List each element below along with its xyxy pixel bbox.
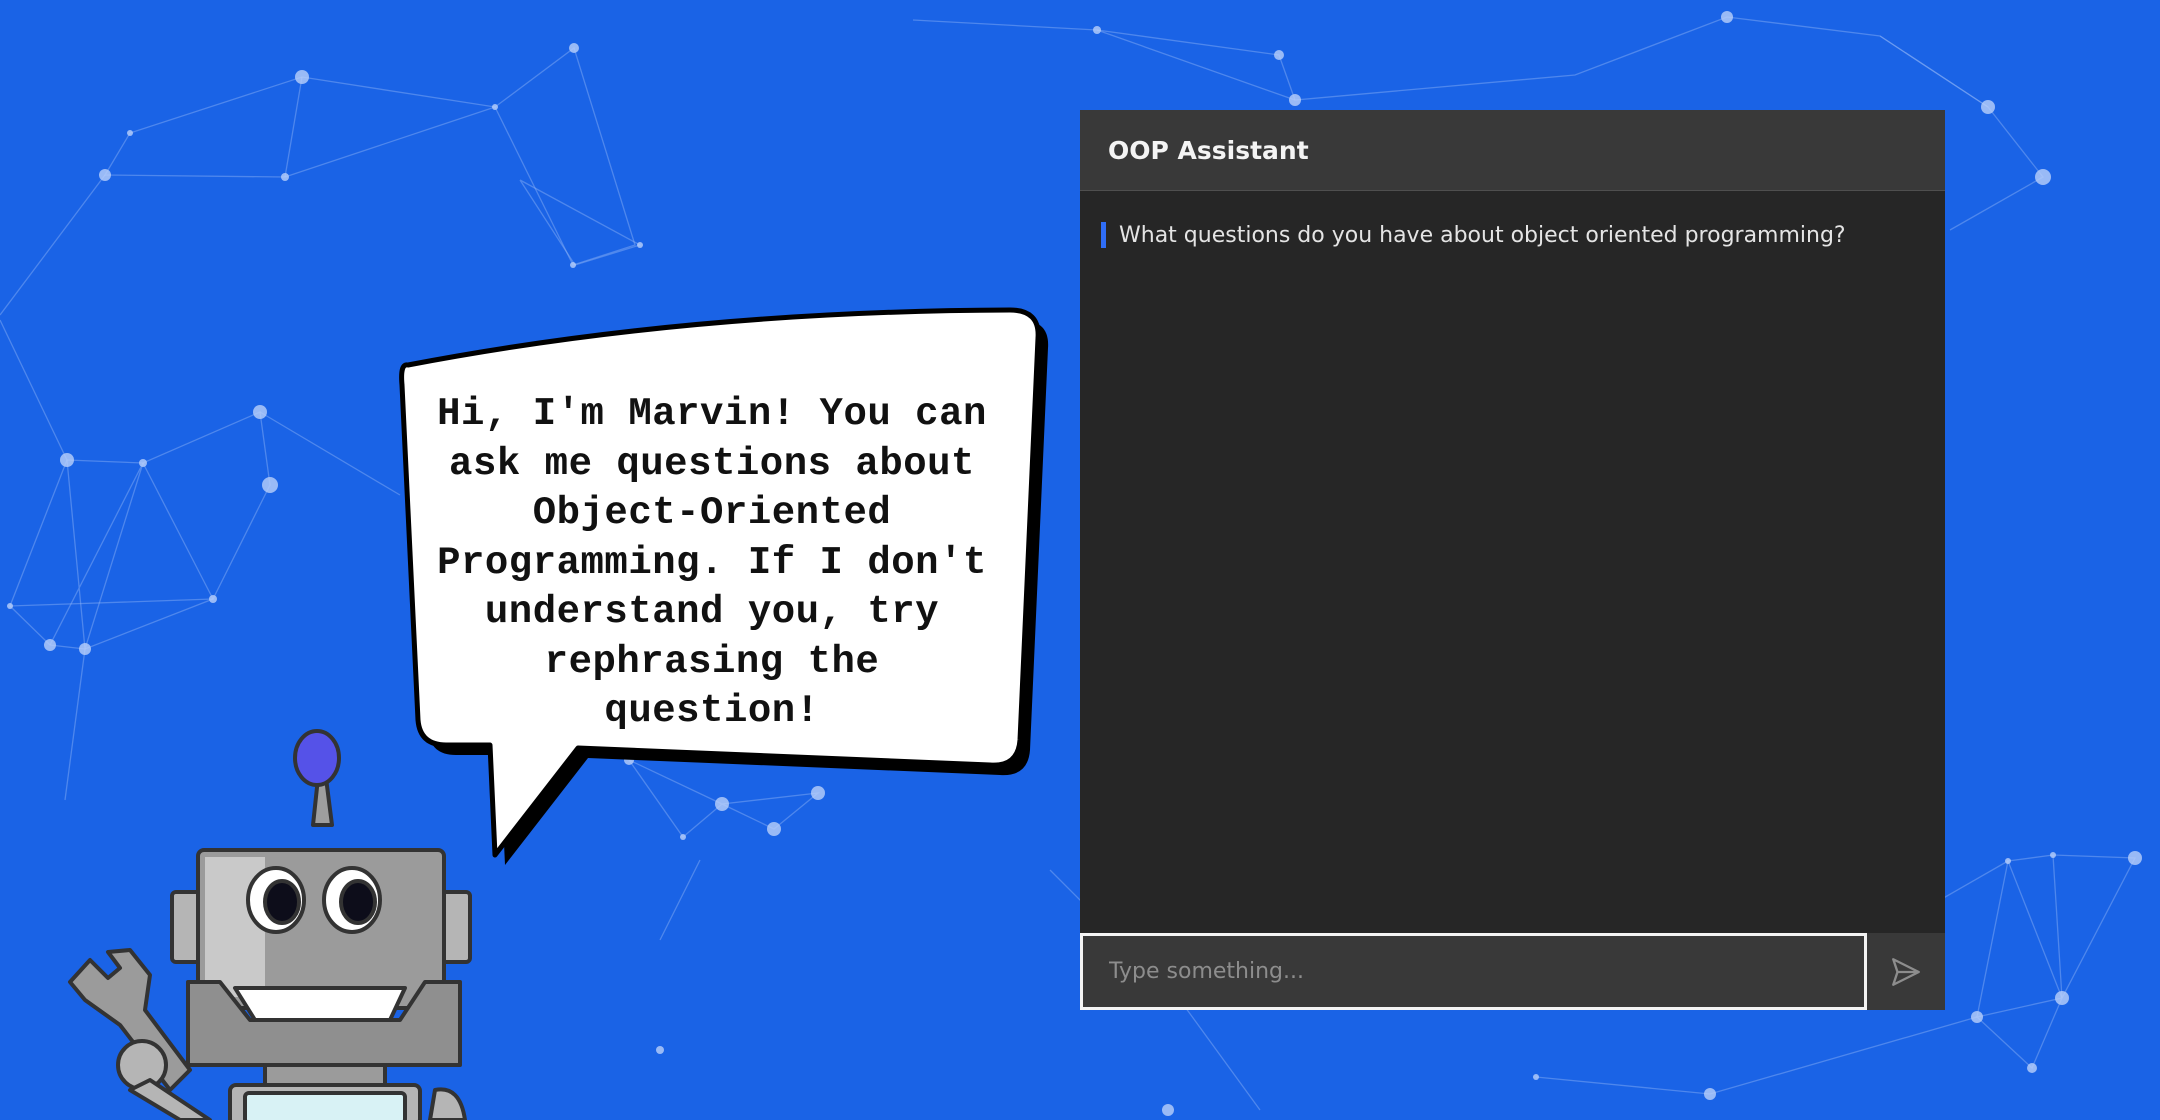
- bubble-line: understand you, try: [484, 590, 940, 634]
- send-button[interactable]: [1867, 933, 1945, 1010]
- send-icon: [1892, 957, 1920, 986]
- chat-title: OOP Assistant: [1108, 136, 1309, 165]
- chat-header: OOP Assistant: [1080, 110, 1945, 191]
- message-text: What questions do you have about object …: [1119, 222, 1846, 248]
- bubble-line: rephrasing the: [544, 639, 880, 684]
- bubble-line: question!: [604, 689, 820, 733]
- bubble-line: Object-Oriented: [532, 491, 892, 535]
- message-input[interactable]: [1080, 933, 1867, 1010]
- bubble-text: Hi, I'm Marvin! You can ask me questions…: [412, 390, 1012, 737]
- bubble-line: Hi, I'm Marvin! You can: [437, 392, 987, 436]
- chat-panel: OOP Assistant What questions do you have…: [1080, 110, 1945, 1010]
- message-accent-bar: [1101, 222, 1106, 248]
- robot-mascot: [68, 729, 472, 1120]
- assistant-message: What questions do you have about object …: [1101, 222, 1846, 248]
- bubble-line: ask me questions about: [449, 441, 975, 486]
- chat-footer: [1080, 933, 1945, 1010]
- bubble-line: Programming. If I don't: [437, 540, 987, 585]
